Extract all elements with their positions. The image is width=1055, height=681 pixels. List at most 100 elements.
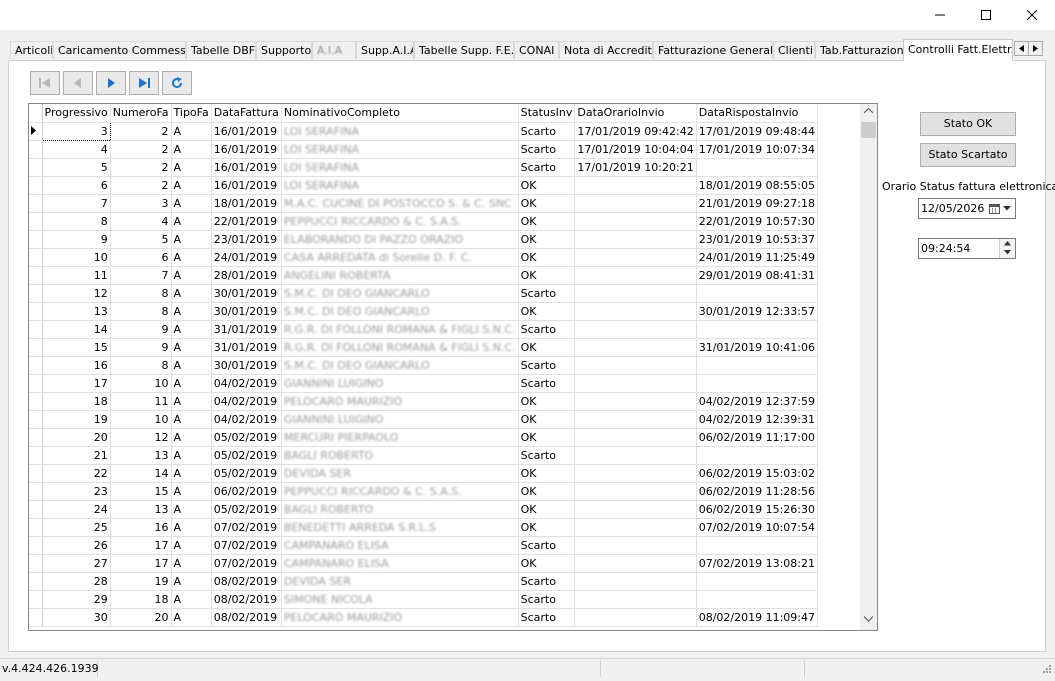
column-header[interactable]: DataRispostaInvio (696, 104, 819, 123)
row-header[interactable] (29, 482, 43, 501)
table-cell[interactable]: 14 (42, 320, 111, 339)
row-header[interactable] (29, 446, 43, 465)
table-cell[interactable]: A (171, 446, 212, 465)
table-cell[interactable]: 28/01/2019 (211, 266, 282, 285)
table-cell[interactable]: OK (518, 500, 576, 519)
table-cell[interactable] (574, 518, 697, 537)
close-button[interactable] (1009, 0, 1055, 30)
time-spinner[interactable] (999, 239, 1015, 258)
table-cell[interactable] (574, 320, 697, 339)
table-cell[interactable]: A (171, 572, 212, 591)
table-cell[interactable]: 13 (42, 302, 111, 321)
table-cell[interactable]: 08/02/2019 (211, 590, 282, 609)
table-cell[interactable]: A (171, 248, 212, 267)
table-row[interactable]: 10 6 A 24/01/2019 CASA ARREDATA di Sorelle D… (29, 248, 819, 267)
table-cell[interactable]: 22/01/2019 (211, 212, 282, 231)
table-cell[interactable]: 30 (42, 608, 111, 627)
table-cell[interactable]: 18 (42, 392, 111, 411)
table-cell[interactable]: 17/01/2019 10:20:21 (574, 158, 697, 177)
scrollbar-thumb[interactable] (861, 122, 876, 138)
tab-tabelle-dbf[interactable]: Tabelle DBF (186, 41, 256, 59)
column-header[interactable]: DataOrarioInvio (574, 104, 697, 123)
table-cell[interactable]: 21/01/2019 09:27:18 (696, 194, 819, 213)
table-cell[interactable]: 06/02/2019 15:03:02 (696, 464, 819, 483)
table-cell[interactable]: M.A.C. CUCINE DI POSTOCCO S. & C. SNC (281, 194, 519, 213)
table-row[interactable]: 22 14 A 05/02/2019 DEVIDA SER OK 06/02/2019 15… (29, 464, 819, 483)
table-cell[interactable]: 18/01/2019 (211, 194, 282, 213)
row-header[interactable] (29, 464, 43, 483)
table-row[interactable]: 15 9 A 31/01/2019 R.G.R. DI FOLLONI ROMANA &… (29, 338, 819, 357)
table-row[interactable]: 5 2 A 16/01/2019 LOI SERAFINA Scarto 17/01/201… (29, 158, 819, 177)
table-cell[interactable]: 24 (42, 500, 111, 519)
table-cell[interactable]: Scarto (518, 356, 576, 375)
table-cell[interactable]: PEPPUCCI RICCARDO & C. S.A.S. (281, 212, 519, 231)
resize-grip-icon[interactable] (1040, 664, 1052, 676)
table-row[interactable]: 25 16 A 07/02/2019 BENEDETTI ARREDA S.R.L.S O… (29, 518, 819, 537)
table-cell[interactable] (574, 500, 697, 519)
table-cell[interactable]: 17 (110, 554, 172, 573)
table-cell[interactable] (696, 536, 819, 555)
tab-controlli-fatt-elettr[interactable]: Controlli Fatt.Elettr. (903, 39, 1013, 61)
table-cell[interactable]: OK (518, 266, 576, 285)
table-cell[interactable]: 15 (42, 338, 111, 357)
table-cell[interactable]: A (171, 608, 212, 627)
table-cell[interactable]: OK (518, 302, 576, 321)
date-picker[interactable]: 12/05/2026 (918, 198, 1016, 219)
table-cell[interactable]: LOI SERAFINA (281, 140, 519, 159)
table-cell[interactable]: 17 (42, 374, 111, 393)
row-header[interactable] (29, 212, 43, 231)
table-cell[interactable]: 07/02/2019 (211, 554, 282, 573)
table-cell[interactable]: A (171, 374, 212, 393)
row-header[interactable] (29, 140, 43, 159)
table-cell[interactable]: A (171, 392, 212, 411)
table-row[interactable]: 7 3 A 18/01/2019 M.A.C. CUCINE DI POSTOCCO S… (29, 194, 819, 213)
table-cell[interactable]: OK (518, 482, 576, 501)
table-cell[interactable]: 08/02/2019 (211, 608, 282, 627)
row-header[interactable] (29, 248, 43, 267)
table-cell[interactable]: A (171, 410, 212, 429)
stato-ok-button[interactable]: Stato OK (920, 112, 1016, 136)
table-row[interactable]: 17 10 A 04/02/2019 GIANNINI LUIGINO Scarto (29, 374, 819, 393)
last-record-button[interactable] (129, 71, 159, 95)
table-row[interactable]: 18 11 A 04/02/2019 PELOCARO MAURIZIO OK 04/02/… (29, 392, 819, 411)
table-cell[interactable]: Scarto (518, 590, 576, 609)
table-cell[interactable]: 20 (110, 608, 172, 627)
row-header[interactable] (29, 266, 43, 285)
table-cell[interactable]: 04/02/2019 (211, 374, 282, 393)
table-cell[interactable]: 8 (110, 302, 172, 321)
row-header[interactable] (29, 356, 43, 375)
tab-supporto[interactable]: Supporto (256, 41, 312, 59)
column-header[interactable]: TipoFa (171, 104, 212, 123)
table-cell[interactable]: 06/02/2019 11:28:56 (696, 482, 819, 501)
table-row[interactable]: 28 19 A 08/02/2019 DEVIDA SER Scarto (29, 572, 819, 591)
tab-tabelle-supp-fe[interactable]: Tabelle Supp. F.E. (414, 41, 514, 59)
table-cell[interactable]: 12 (42, 284, 111, 303)
table-cell[interactable] (574, 284, 697, 303)
table-cell[interactable]: 04/02/2019 (211, 410, 282, 429)
table-cell[interactable]: 16/01/2019 (211, 140, 282, 159)
spin-down-icon[interactable] (1004, 250, 1011, 255)
table-cell[interactable]: S.M.C. DI DEO GIANCARLO (281, 356, 519, 375)
table-cell[interactable]: Scarto (518, 122, 576, 141)
table-row[interactable]: 6 2 A 16/01/2019 LOI SERAFINA OK 18/01/2019 08… (29, 176, 819, 195)
table-row[interactable]: 29 18 A 08/02/2019 SIMONE NICOLA Scarto (29, 590, 819, 609)
table-cell[interactable]: BAGLI ROBERTO (281, 446, 519, 465)
table-cell[interactable]: 22 (42, 464, 111, 483)
time-picker[interactable]: 09:24:54 (918, 238, 1016, 259)
table-cell[interactable]: A (171, 518, 212, 537)
table-cell[interactable]: 11 (110, 392, 172, 411)
row-header[interactable] (29, 410, 43, 429)
table-cell[interactable] (574, 554, 697, 573)
scroll-down-icon[interactable] (864, 616, 873, 622)
table-row[interactable]: 27 17 A 07/02/2019 CAMPANARO ELISA OK 07/02/20… (29, 554, 819, 573)
table-cell[interactable]: 23/01/2019 10:53:37 (696, 230, 819, 249)
table-cell[interactable] (696, 572, 819, 591)
table-cell[interactable]: A (171, 122, 212, 141)
table-cell[interactable]: 23 (42, 482, 111, 501)
tab-fatturazione-generale[interactable]: Fatturazione Generale (653, 41, 773, 59)
table-cell[interactable]: OK (518, 392, 576, 411)
table-cell[interactable]: OK (518, 230, 576, 249)
table-cell[interactable]: GIANNINI LUIGINO (281, 410, 519, 429)
table-cell[interactable]: A (171, 176, 212, 195)
table-cell[interactable]: A (171, 464, 212, 483)
